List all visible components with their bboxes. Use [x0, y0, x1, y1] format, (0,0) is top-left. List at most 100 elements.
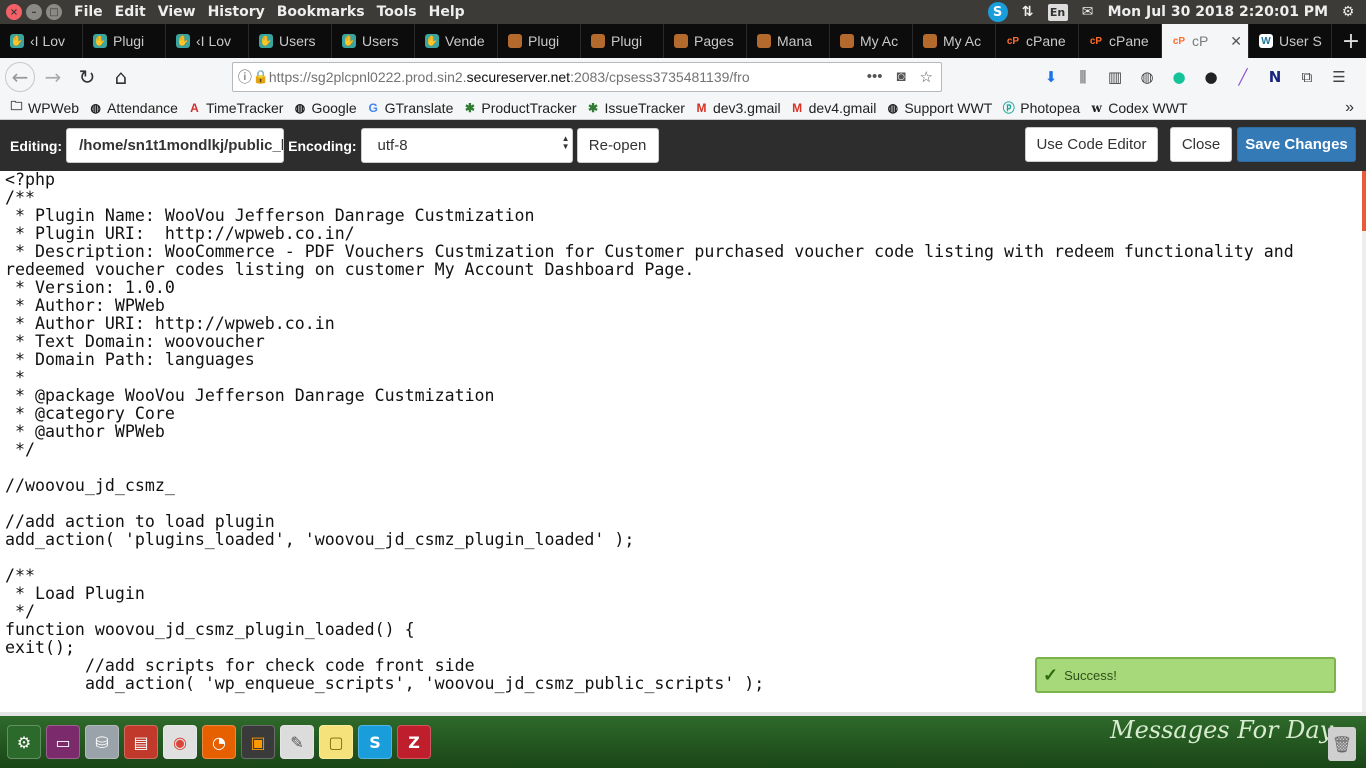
pocket-icon[interactable]: ◙	[896, 68, 905, 86]
skype-tray-icon[interactable]: S	[987, 2, 1008, 22]
text-editor-icon[interactable]: ✎	[280, 725, 314, 759]
browser-tab[interactable]: My Ac	[913, 24, 996, 58]
menu-help[interactable]: Help	[429, 4, 465, 20]
browser-tab[interactable]: Plugi	[581, 24, 664, 58]
sidebar-icon[interactable]: ▥	[1104, 66, 1126, 88]
grammarly-icon[interactable]: ●	[1168, 66, 1190, 88]
network-icon[interactable]: ⇅	[1018, 3, 1038, 21]
skype-icon[interactable]: S	[358, 725, 392, 759]
info-icon[interactable]: ⓘ	[237, 67, 253, 87]
menu-bookmarks[interactable]: Bookmarks	[277, 4, 365, 20]
browser-tab[interactable]: My Ac	[830, 24, 913, 58]
dark-extension-icon[interactable]: ●	[1200, 66, 1222, 88]
window-minimize-icon[interactable]: –	[26, 4, 42, 20]
menu-file[interactable]: File	[74, 4, 103, 20]
browser-tab[interactable]: ✋ Plugi	[83, 24, 166, 58]
forward-button[interactable]: →	[37, 61, 69, 93]
monitor-icon[interactable]: ▣	[241, 725, 275, 759]
browser-tab[interactable]: cP cPane	[1079, 24, 1162, 58]
use-code-editor-button[interactable]: Use Code Editor	[1025, 127, 1158, 162]
browser-tab[interactable]: Mana	[747, 24, 830, 58]
more-actions-icon[interactable]: •••	[867, 68, 883, 86]
close-button[interactable]: Close	[1170, 127, 1232, 162]
n-extension-icon[interactable]: N	[1264, 66, 1286, 88]
chrome-icon[interactable]: ◉	[163, 725, 197, 759]
file-path-field[interactable]: /home/sn1t1mondlkj/public_html	[66, 128, 285, 163]
reload-button[interactable]: ↻	[71, 61, 103, 93]
gmail-icon: M	[792, 100, 803, 115]
browser-tab[interactable]: ✋ ‹I Lov	[166, 24, 249, 58]
notes-icon[interactable]: ▢	[319, 725, 353, 759]
browser-tab[interactable]: ✋ ‹I Lov	[0, 24, 83, 58]
bookmark-google[interactable]: ◍ Google	[292, 100, 357, 116]
download-icon[interactable]: ⬇	[1040, 66, 1062, 88]
trash-icon[interactable]: 🗑	[1328, 727, 1356, 761]
bookmark-star-icon[interactable]: ☆	[920, 68, 933, 86]
file-manager-icon[interactable]: ▤	[124, 725, 158, 759]
browser-tab[interactable]: ✋ Users	[249, 24, 332, 58]
browser-tab[interactable]: cP cPane	[996, 24, 1079, 58]
toast-message: Success!	[1064, 667, 1117, 683]
bookmark-label: Photopea	[1020, 99, 1081, 116]
keyboard-layout-indicator[interactable]: En	[1047, 3, 1068, 21]
menu-tools[interactable]: Tools	[377, 4, 417, 20]
clock[interactable]: Mon Jul 30 2018 2:20:01 PM	[1108, 4, 1328, 20]
color-picker-icon[interactable]: ╱	[1232, 66, 1254, 88]
reopen-button[interactable]: Re-open	[576, 128, 659, 163]
encoding-label: Encoding:	[288, 137, 357, 154]
code-textarea[interactable]: <?php /** * Plugin Name: WooVou Jefferso…	[0, 171, 1362, 712]
extension-globe-icon[interactable]: ◍	[1136, 66, 1158, 88]
hand-icon: ✋	[176, 34, 190, 48]
crop-icon[interactable]: ⧉	[1296, 66, 1318, 88]
bookmark-wpweb[interactable]: 🗀 WPWeb	[9, 99, 79, 116]
navigation-toolbar: ← → ↻ ⌂ ⓘ 🔒 https://sg2plcpnl0222.prod.s…	[0, 58, 1366, 96]
mail-icon[interactable]: ✉	[1078, 3, 1098, 21]
wallpaper-watermark: Messages For Day	[1110, 716, 1334, 744]
back-button[interactable]: ←	[5, 62, 35, 92]
browser-tab[interactable]: Pages	[664, 24, 747, 58]
bookmark-timetracker[interactable]: A TimeTracker	[187, 100, 283, 116]
bookmark-support-wwt[interactable]: ◍ Support WWT	[885, 100, 993, 116]
bookmark-label: Codex WWT	[1108, 99, 1188, 116]
bookmark-codex-wwt[interactable]: w Codex WWT	[1089, 99, 1188, 116]
code-content[interactable]: <?php /** * Plugin Name: WooVou Jefferso…	[5, 171, 1305, 712]
bookmark-dev4-gmail[interactable]: Mdev4.gmail	[790, 100, 876, 116]
new-tab-button[interactable]: +	[1336, 24, 1366, 58]
bookmarks-overflow-icon[interactable]: »	[1345, 99, 1354, 117]
power-gear-icon[interactable]: ⚙	[1338, 3, 1358, 21]
browser-tab-active[interactable]: cP cP ✕	[1162, 24, 1249, 58]
home-button[interactable]: ⌂	[105, 61, 137, 93]
tab-close-icon[interactable]: ✕	[1230, 33, 1242, 50]
bookmark-dev3-gmail[interactable]: Mdev3.gmail	[694, 100, 780, 116]
window-maximize-icon[interactable]: □	[46, 4, 62, 20]
settings-icon[interactable]: ⚙	[7, 725, 41, 759]
bookmark-photopea[interactable]: ⓟ Photopea	[1001, 100, 1080, 116]
window-close-icon[interactable]: ×	[6, 4, 22, 20]
tab-title: My Ac	[943, 33, 982, 49]
bookmark-producttracker[interactable]: ✱ ProductTracker	[462, 100, 577, 116]
hamburger-menu-icon[interactable]: ☰	[1328, 66, 1350, 88]
browser-tab[interactable]: ✋ Users	[332, 24, 415, 58]
lock-icon[interactable]: 🔒	[253, 69, 269, 85]
file-editor-toolbar: Editing: /home/sn1t1mondlkj/public_html …	[0, 120, 1366, 171]
encoding-select[interactable]: utf-8 ▲ ▼	[360, 128, 573, 163]
bookmark-issuetracker[interactable]: ✱ IssueTracker	[586, 100, 685, 116]
bookmark-attendance[interactable]: ◍ Attendance	[88, 100, 178, 116]
filezilla-icon[interactable]: Z	[397, 725, 431, 759]
menu-history[interactable]: History	[208, 4, 265, 20]
vertical-scrollbar[interactable]	[1362, 171, 1366, 712]
editing-label: Editing:	[10, 137, 63, 154]
library-icon[interactable]: ⫼	[1072, 66, 1094, 88]
menu-edit[interactable]: Edit	[115, 4, 146, 20]
save-changes-button[interactable]: Save Changes	[1237, 127, 1356, 162]
firefox-icon[interactable]: ◔	[202, 725, 236, 759]
browser-tab[interactable]: Plugi	[498, 24, 581, 58]
terminal-icon[interactable]: ▭	[46, 725, 80, 759]
scrollbar-thumb[interactable]	[1362, 171, 1366, 231]
browser-tab[interactable]: W User S	[1249, 24, 1332, 58]
bookmark-gtranslate[interactable]: G GTranslate	[366, 100, 453, 116]
address-bar[interactable]: ⓘ 🔒 https://sg2plcpnl0222.prod.sin2. secu…	[232, 62, 942, 92]
drive-icon[interactable]: ⛁	[85, 725, 119, 759]
browser-tab[interactable]: ✋ Vende	[415, 24, 498, 58]
menu-view[interactable]: View	[158, 4, 196, 20]
